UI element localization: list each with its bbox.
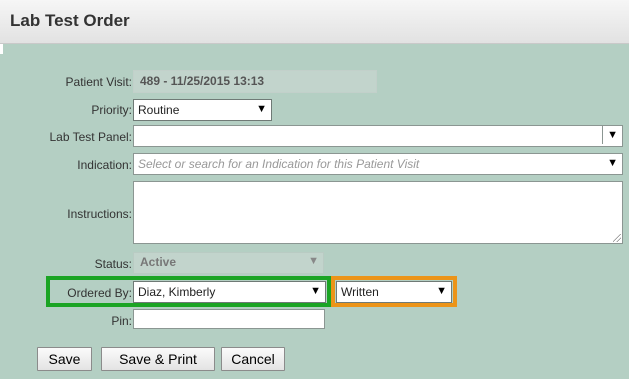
priority-select[interactable]: Routine ▼ [133,99,272,121]
chevron-down-icon: ▼ [436,285,447,297]
page-title: Lab Test Order [10,11,130,30]
ordered-by-select[interactable]: Diaz, Kimberly ▼ [133,281,326,303]
patient-visit-field: 489 - 11/25/2015 13:13 [133,70,377,93]
chevron-down-icon: ▼ [256,103,267,115]
indication-placeholder: Select or search for an Indication for t… [138,157,420,171]
window-header: Lab Test Order [0,0,629,44]
cancel-button[interactable]: Cancel [221,347,285,371]
instructions-textarea[interactable] [133,181,623,244]
resize-handle-icon[interactable] [613,234,621,242]
status-label: Status: [94,257,132,271]
lab-test-panel-label: Lab Test Panel: [49,130,132,144]
chevron-down-icon: ▼ [602,126,618,144]
order-type-value: Written [341,285,379,299]
edge-marker [0,44,3,54]
chevron-down-icon: ▼ [308,255,319,267]
order-type-select[interactable]: Written ▼ [336,281,452,303]
priority-value: Routine [138,103,180,117]
instructions-label: Instructions: [67,207,132,221]
priority-label: Priority: [91,103,132,117]
indication-select[interactable]: Select or search for an Indication for t… [133,153,623,175]
status-select: Active ▼ [133,252,324,274]
pin-label: Pin: [111,314,132,328]
lab-test-panel-select[interactable]: ▼ [133,125,623,147]
status-value: Active [140,255,177,269]
chevron-down-icon: ▼ [310,285,321,297]
save-button[interactable]: Save [37,347,92,371]
save-and-print-button[interactable]: Save & Print [101,347,215,371]
chevron-down-icon: ▼ [607,157,618,169]
ordered-by-label: Ordered By: [67,286,132,300]
indication-label: Indication: [77,158,132,172]
pin-input[interactable] [133,309,325,329]
patient-visit-label: Patient Visit: [65,75,132,89]
ordered-by-value: Diaz, Kimberly [138,285,216,299]
